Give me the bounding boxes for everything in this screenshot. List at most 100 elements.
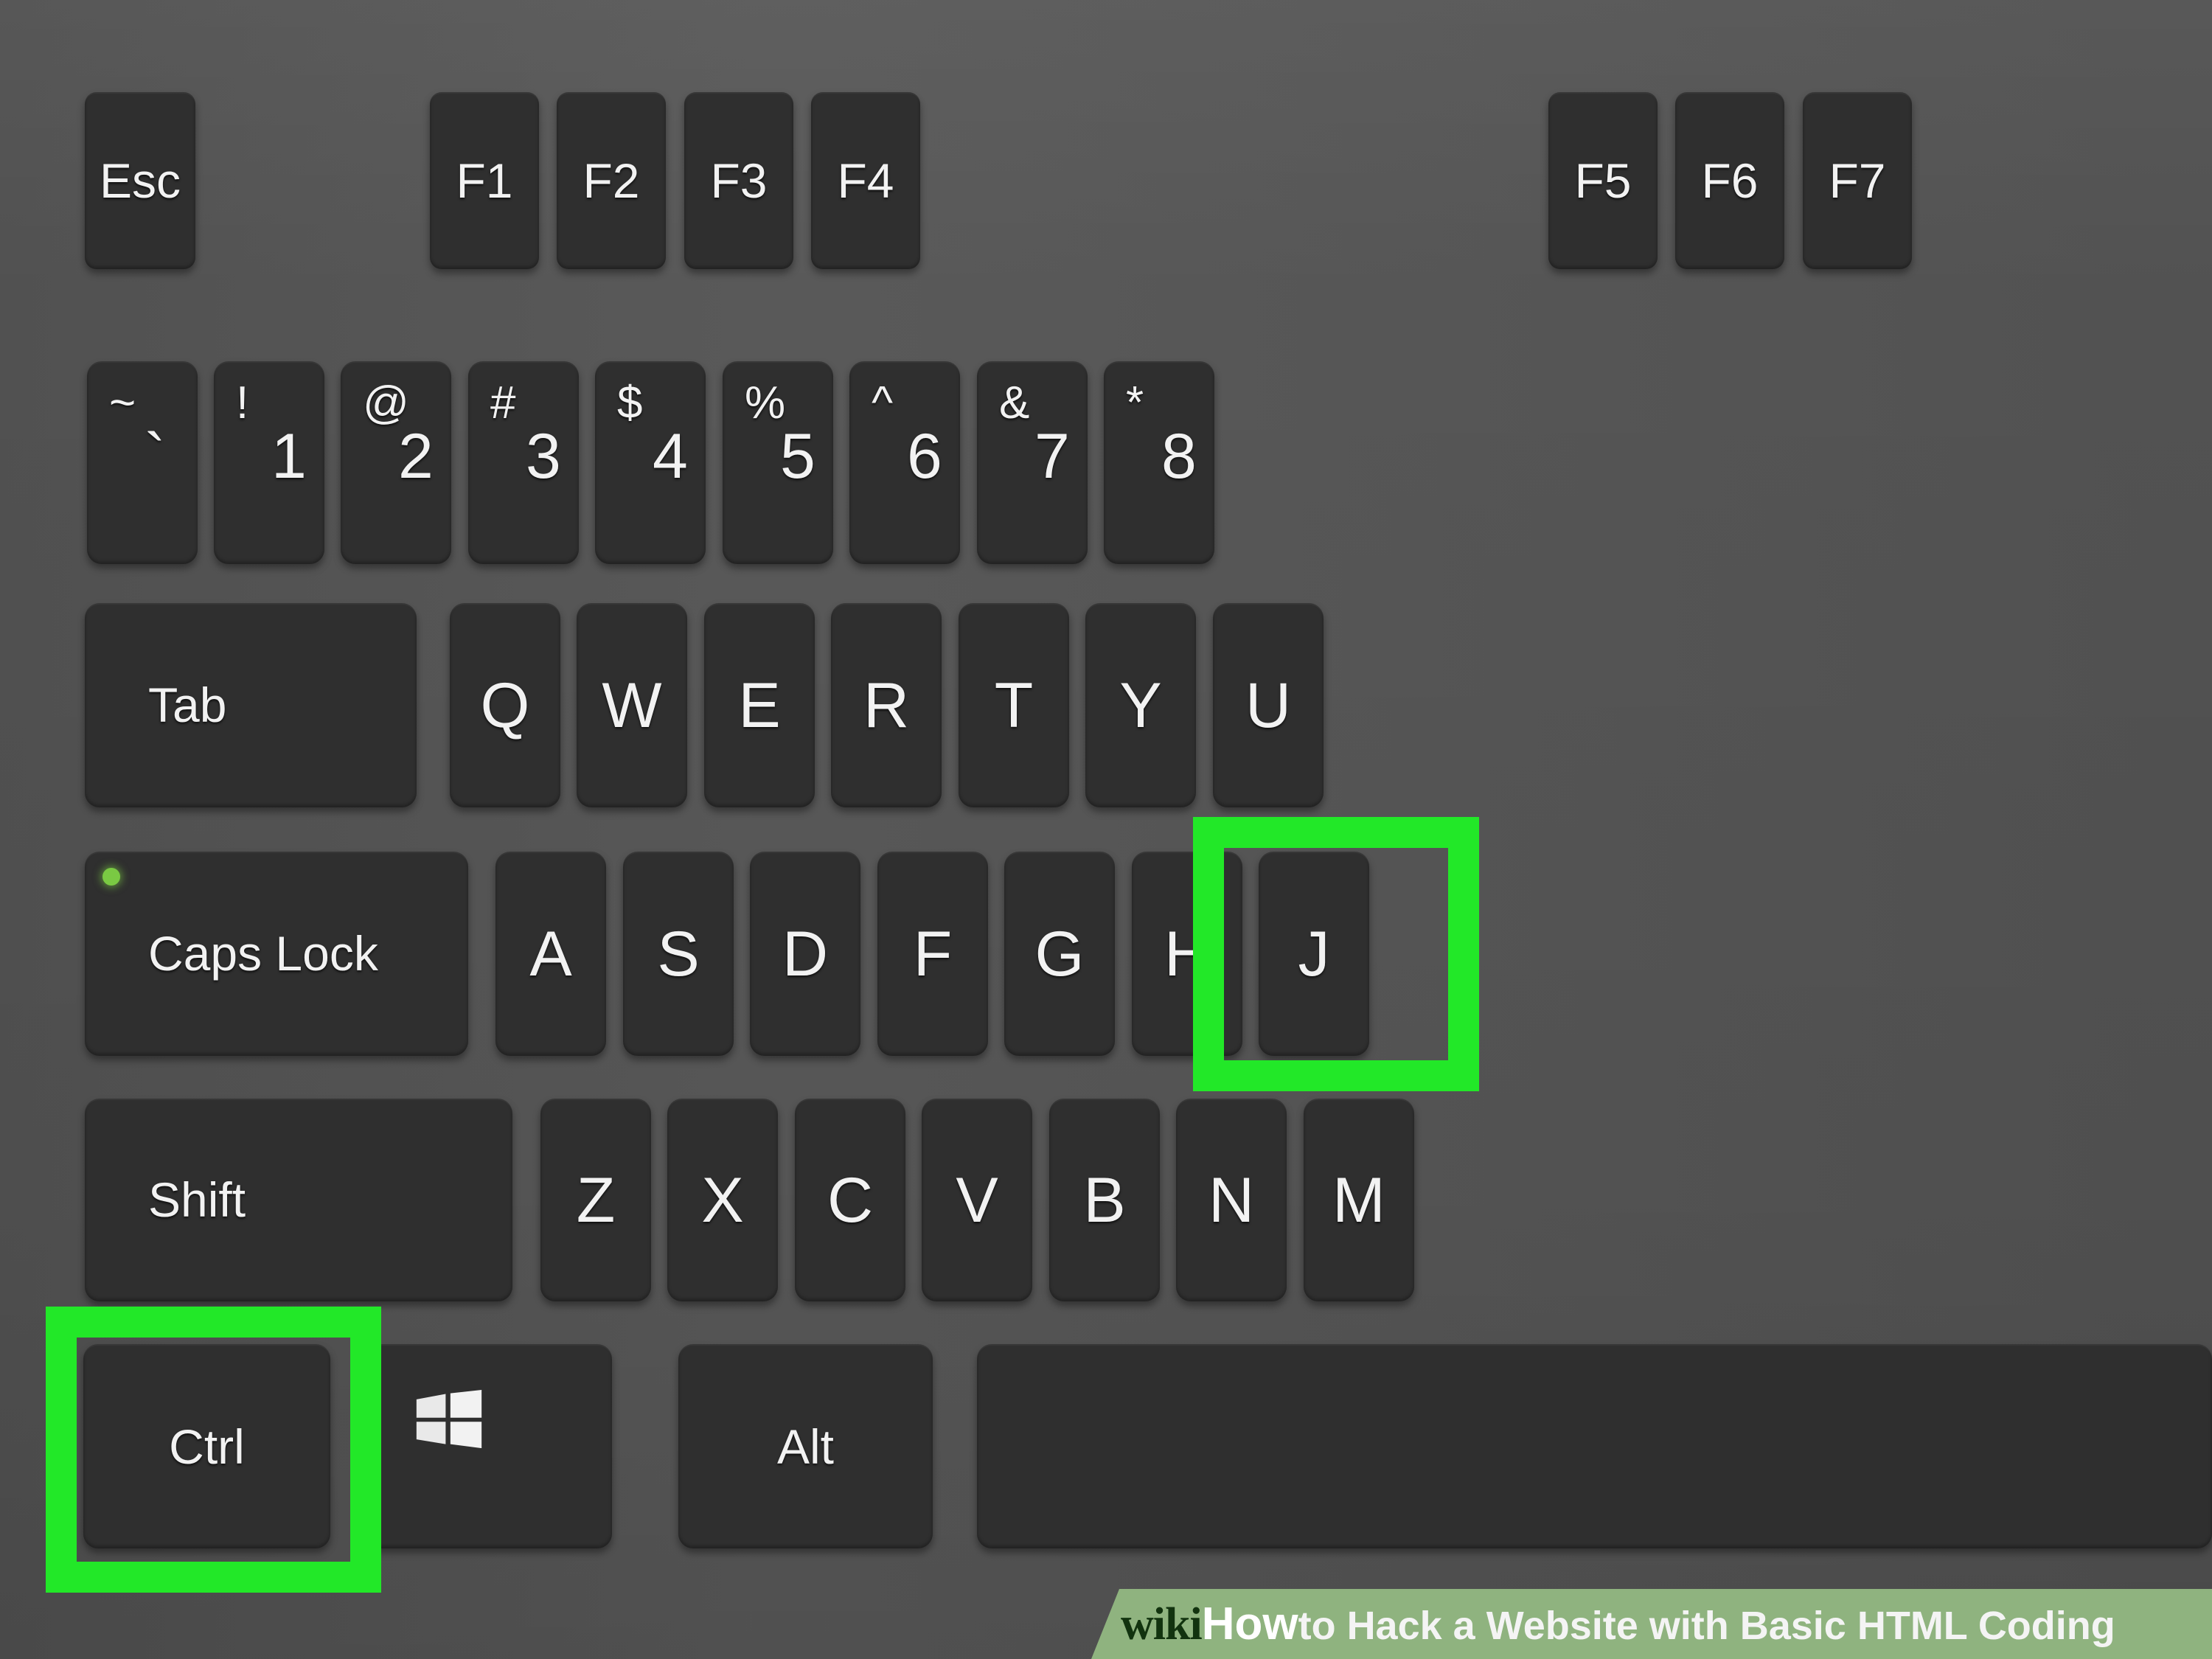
key-spacebar[interactable] — [977, 1344, 2212, 1548]
highlight-key-ctrl — [46, 1307, 381, 1593]
key-key-e-legend: E — [738, 669, 781, 741]
key-key-s[interactable]: S — [623, 852, 734, 1056]
key-digit-2-legend: 2 — [398, 421, 434, 492]
key-digit-3-shift-legend: # — [490, 378, 516, 428]
key-shift-left[interactable]: Shift — [85, 1099, 512, 1301]
key-digit-5-legend: 5 — [780, 421, 815, 492]
key-digit-5-shift-legend: % — [745, 378, 786, 428]
key-alt-left-legend: Alt — [776, 1419, 835, 1474]
key-key-f-legend: F — [913, 918, 953, 990]
key-key-z-legend: Z — [576, 1164, 616, 1236]
key-key-d-legend: D — [782, 918, 829, 990]
key-digit-2[interactable]: @2 — [341, 361, 451, 564]
key-backtick-legend: ` — [145, 421, 166, 492]
key-key-e[interactable]: E — [704, 603, 815, 807]
key-key-v[interactable]: V — [922, 1099, 1032, 1301]
key-f1-legend: F1 — [456, 153, 513, 208]
key-key-a[interactable]: A — [495, 852, 606, 1056]
key-key-g[interactable]: G — [1004, 852, 1115, 1056]
wikihow-article-title: to Hack a Website with Basic HTML Coding — [1298, 1603, 2115, 1648]
key-shift-left-legend: Shift — [148, 1172, 246, 1227]
key-caps-lock[interactable]: Caps Lock — [85, 852, 468, 1056]
key-digit-3[interactable]: #3 — [468, 361, 579, 564]
key-f3[interactable]: F3 — [684, 92, 793, 269]
wikihow-watermark-text: wiki How to Hack a Website with Basic HTM… — [1121, 1598, 2115, 1651]
key-digit-3-legend: 3 — [526, 421, 561, 492]
key-digit-7-shift-legend: & — [999, 378, 1030, 428]
key-key-q-legend: Q — [480, 669, 530, 741]
key-key-z[interactable]: Z — [540, 1099, 651, 1301]
key-key-w[interactable]: W — [577, 603, 687, 807]
key-key-x[interactable]: X — [667, 1099, 778, 1301]
key-caps-lock-legend: Caps Lock — [148, 925, 378, 981]
key-digit-6-legend: 6 — [907, 421, 942, 492]
key-tab[interactable]: Tab — [85, 603, 417, 807]
key-esc[interactable]: Esc — [85, 92, 195, 269]
key-digit-2-shift-legend: @ — [363, 378, 409, 428]
key-key-b-legend: B — [1083, 1164, 1126, 1236]
key-key-u-legend: U — [1245, 669, 1292, 741]
key-digit-4-legend: 4 — [653, 421, 688, 492]
wikihow-brand-how: How — [1201, 1598, 1298, 1649]
key-backtick[interactable]: ~ ` — [87, 361, 198, 564]
highlight-key-f — [1193, 817, 1479, 1091]
windows-logo-icon — [415, 1390, 483, 1452]
key-key-u[interactable]: U — [1213, 603, 1324, 807]
key-key-w-legend: W — [602, 669, 662, 741]
key-key-v-legend: V — [956, 1164, 998, 1236]
key-backtick-shift-legend: ~ — [109, 378, 136, 428]
key-key-t[interactable]: T — [959, 603, 1069, 807]
key-digit-1[interactable]: ! 1 — [214, 361, 324, 564]
key-key-d[interactable]: D — [750, 852, 860, 1056]
key-esc-legend: Esc — [99, 153, 181, 208]
key-key-n-legend: N — [1208, 1164, 1255, 1236]
key-digit-1-shift-legend: ! — [236, 378, 249, 428]
key-digit-8-shift-legend: * — [1126, 378, 1144, 428]
key-digit-6[interactable]: ^ 6 — [849, 361, 960, 564]
caps-lock-led-indicator — [102, 868, 120, 886]
key-f4-legend: F4 — [837, 153, 894, 208]
key-digit-1-legend: 1 — [271, 421, 307, 492]
key-f7-legend: F7 — [1829, 153, 1886, 208]
key-key-g-legend: G — [1034, 918, 1085, 990]
key-key-a-legend: A — [529, 918, 572, 990]
key-f1[interactable]: F1 — [430, 92, 539, 269]
key-digit-7[interactable]: & 7 — [977, 361, 1088, 564]
key-key-b[interactable]: B — [1049, 1099, 1160, 1301]
key-key-r[interactable]: R — [831, 603, 942, 807]
key-key-y-legend: Y — [1119, 669, 1162, 741]
key-key-t-legend: T — [994, 669, 1034, 741]
wikihow-watermark: wiki How to Hack a Website with Basic HTM… — [1091, 1589, 2212, 1659]
key-alt-left[interactable]: Alt — [678, 1344, 933, 1548]
key-digit-4[interactable]: $4 — [595, 361, 706, 564]
key-f4[interactable]: F4 — [811, 92, 920, 269]
key-f5-legend: F5 — [1574, 153, 1632, 208]
key-digit-4-shift-legend: $ — [617, 378, 643, 428]
key-digit-5[interactable]: % 5 — [723, 361, 833, 564]
key-f3-legend: F3 — [710, 153, 768, 208]
key-key-c[interactable]: C — [795, 1099, 905, 1301]
key-key-y[interactable]: Y — [1085, 603, 1196, 807]
key-digit-7-legend: 7 — [1034, 421, 1070, 492]
key-f2[interactable]: F2 — [557, 92, 666, 269]
key-key-r-legend: R — [863, 669, 910, 741]
key-f2-legend: F2 — [582, 153, 640, 208]
key-windows-key[interactable] — [365, 1344, 612, 1548]
key-digit-8[interactable]: * 8 — [1104, 361, 1214, 564]
wikihow-brand-wiki: wiki — [1121, 1599, 1203, 1649]
key-key-x-legend: X — [701, 1164, 744, 1236]
key-tab-legend: Tab — [148, 677, 227, 732]
key-key-n[interactable]: N — [1176, 1099, 1287, 1301]
key-digit-8-legend: 8 — [1161, 421, 1197, 492]
key-key-f[interactable]: F — [877, 852, 988, 1056]
key-f6[interactable]: F6 — [1675, 92, 1784, 269]
key-f7[interactable]: F7 — [1803, 92, 1912, 269]
key-key-m[interactable]: M — [1304, 1099, 1414, 1301]
key-key-q[interactable]: Q — [450, 603, 560, 807]
key-f5[interactable]: F5 — [1548, 92, 1658, 269]
key-key-m-legend: M — [1332, 1164, 1385, 1236]
key-f6-legend: F6 — [1701, 153, 1759, 208]
key-digit-6-shift-legend: ^ — [872, 378, 894, 428]
keyboard-screenshot: Esc F1 F2 F3 F4 F5 F6 F7 ~ `! 1 @2 #3 $4% 5 ^ 6 & 7 * 8 Tab Q W… — [0, 0, 2212, 1659]
key-key-c-legend: C — [827, 1164, 874, 1236]
